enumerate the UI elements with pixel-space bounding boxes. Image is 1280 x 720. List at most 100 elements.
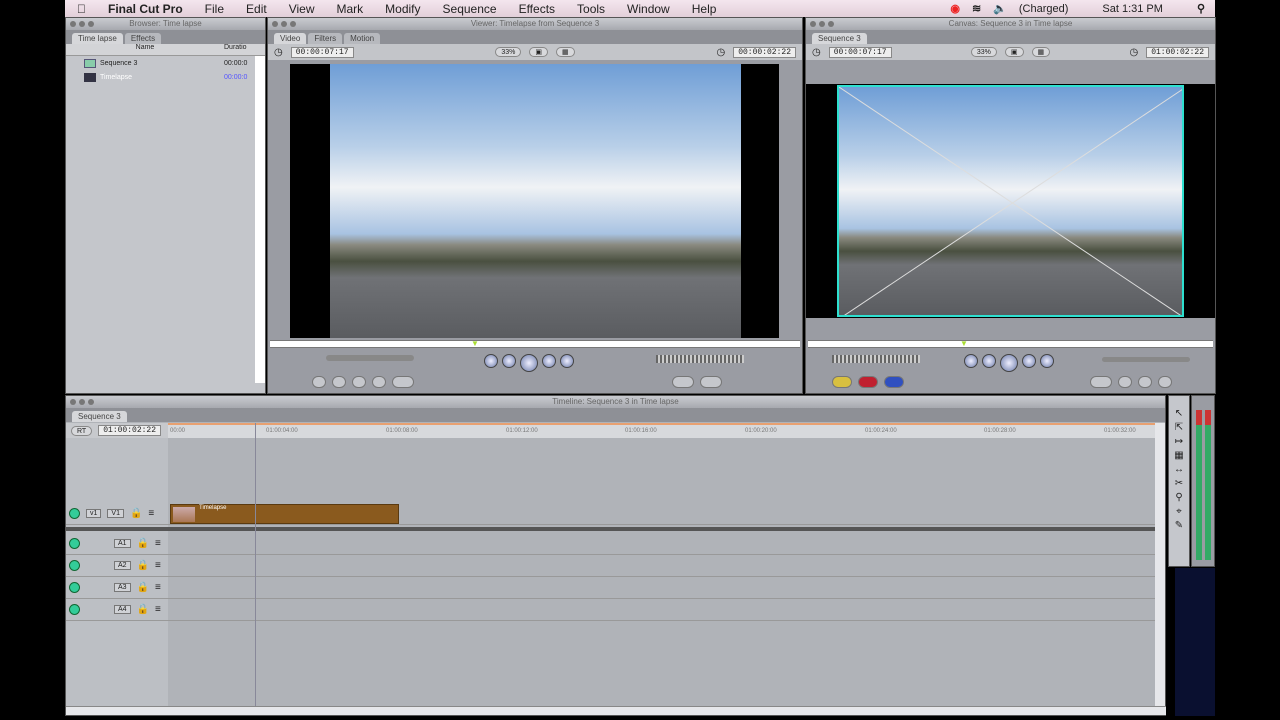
tab-sequence-3[interactable]: Sequence 3 [72,411,127,422]
viewer-current-timecode[interactable]: 00:00:02:22 [733,46,797,58]
volume-icon[interactable]: 🔈 [993,2,1007,15]
canvas-duration-timecode[interactable]: 00:00:07:17 [828,46,892,58]
menu-help[interactable]: Help [692,2,717,16]
tab-time-lapse[interactable]: Time lapse [72,33,123,44]
next-edit-button[interactable] [1040,354,1054,368]
viewer-overlay-popup[interactable]: ▦ [556,47,575,57]
selection-tool-icon[interactable]: ↖ [1175,408,1183,419]
auto-select-icon[interactable]: ≡ [155,538,161,549]
play-in-out-button[interactable] [502,354,516,368]
rt-popup[interactable]: RT [71,425,93,436]
column-name[interactable]: Name [66,44,224,55]
auto-select-icon[interactable]: ≡ [155,604,161,615]
timeline-horizontal-scrollbar[interactable] [66,706,1166,715]
menu-view[interactable]: View [289,2,315,16]
viewer-zoom-popup[interactable]: 33% [495,47,522,57]
play-around-button[interactable] [542,354,556,368]
viewer-view-popup[interactable]: ▣ [529,47,549,57]
add-keyframe-button[interactable] [352,376,366,388]
dest-track-a4[interactable]: A4 [114,605,131,614]
menu-window[interactable]: Window [627,2,670,16]
apple-menu-icon[interactable]:  [77,2,86,16]
dest-track-a1[interactable]: A1 [114,539,131,548]
match-frame-button[interactable] [312,376,326,388]
dest-track-a2[interactable]: A2 [114,561,131,570]
canvas-shuttle-slider[interactable] [832,355,920,363]
browser-item-timelapse[interactable]: Timelapse 00:00:0 [66,70,265,84]
menu-file[interactable]: File [205,2,224,16]
tab-video[interactable]: Video [274,33,307,44]
recent-clips-button[interactable] [672,376,694,388]
track-toggle[interactable] [69,560,80,571]
mark-in-out-button[interactable] [392,376,414,388]
next-edit-button[interactable] [560,354,574,368]
lock-icon[interactable]: 🔒 [137,560,149,571]
lock-icon[interactable]: 🔒 [130,508,142,519]
spotlight-search-icon[interactable]: ⚲ [1197,2,1205,15]
track-toggle[interactable] [69,538,80,549]
source-track-v1[interactable]: v1 [86,509,102,518]
generator-button[interactable] [700,376,722,388]
timeline-vertical-scrollbar[interactable] [1155,423,1165,708]
menu-sequence[interactable]: Sequence [443,2,497,16]
auto-select-icon[interactable]: ≡ [155,582,161,593]
menu-effects[interactable]: Effects [519,2,555,16]
menu-app[interactable]: Final Cut Pro [108,2,183,16]
mark-in-out-button[interactable] [1090,376,1112,388]
play-in-out-button[interactable] [982,354,996,368]
tab-motion[interactable]: Motion [344,33,381,44]
prev-edit-button[interactable] [964,354,978,368]
lock-icon[interactable]: 🔒 [137,582,149,593]
auto-select-icon[interactable]: ≡ [148,508,154,519]
viewer-shuttle-slider[interactable] [326,355,414,361]
replace-edit-button[interactable] [884,376,904,388]
menu-modify[interactable]: Modify [385,2,420,16]
clip-timelapse[interactable]: Timelapse [170,504,399,524]
canvas-overlay-popup[interactable]: ▦ [1031,47,1051,57]
add-marker-button[interactable] [1118,376,1132,388]
lock-icon[interactable]: 🔒 [137,538,149,549]
playhead-icon[interactable]: ▼ [960,339,968,348]
razor-tool-icon[interactable]: ✂ [1175,478,1183,489]
track-visibility-toggle[interactable] [69,508,80,519]
tab-filters[interactable]: Filters [308,33,343,44]
match-frame-button[interactable] [1158,376,1172,388]
battery-status[interactable]: (Charged) [1019,3,1069,15]
column-duration[interactable]: Duratio [224,44,247,55]
playhead-icon[interactable]: ▼ [471,339,479,348]
browser-item-sequence[interactable]: Sequence 3 00:00:0 [66,56,265,70]
track-toggle[interactable] [69,582,80,593]
add-marker-button[interactable] [372,376,386,388]
clock[interactable]: Sat 1:31 PM [1102,3,1163,15]
dest-track-v1[interactable]: V1 [107,509,124,518]
play-button[interactable] [1000,354,1018,372]
tab-sequence-3[interactable]: Sequence 3 [812,33,867,44]
canvas-video-frame[interactable] [837,85,1184,317]
timeline-ruler[interactable]: 00:00 01:00:04:00 01:00:08:00 01:00:12:0… [168,423,1156,438]
pen-tool-icon[interactable]: ✎ [1175,520,1183,531]
timeline-timecode[interactable]: 01:00:02:22 [98,425,162,436]
track-select-tool-icon[interactable]: ↦ [1175,436,1183,447]
menu-mark[interactable]: Mark [337,2,364,16]
track-toggle[interactable] [69,604,80,615]
edit-select-tool-icon[interactable]: ⇱ [1175,422,1183,433]
auto-select-icon[interactable]: ≡ [155,560,161,571]
tab-effects[interactable]: Effects [124,33,162,44]
zoom-tool-icon[interactable]: ⚲ [1175,492,1182,503]
viewer-jog-wheel[interactable] [656,355,744,363]
canvas-view-popup[interactable]: ▣ [1004,47,1024,57]
wifi-icon[interactable]: ≋ [972,2,981,15]
overwrite-edit-button[interactable] [858,376,878,388]
add-keyframe-button[interactable] [1138,376,1152,388]
roll-tool-icon[interactable]: ▦ [1174,450,1183,461]
crop-tool-icon[interactable]: ⌖ [1176,506,1182,517]
prev-edit-button[interactable] [484,354,498,368]
canvas-jog-slider[interactable] [1102,357,1190,362]
menu-edit[interactable]: Edit [246,2,267,16]
canvas-scrubber[interactable]: ▼ [808,339,1213,348]
viewer-duration-timecode[interactable]: 00:00:07:17 [290,46,354,58]
play-button[interactable] [520,354,538,372]
play-around-button[interactable] [1022,354,1036,368]
menu-tools[interactable]: Tools [577,2,605,16]
browser-scrollbar[interactable] [255,56,265,383]
